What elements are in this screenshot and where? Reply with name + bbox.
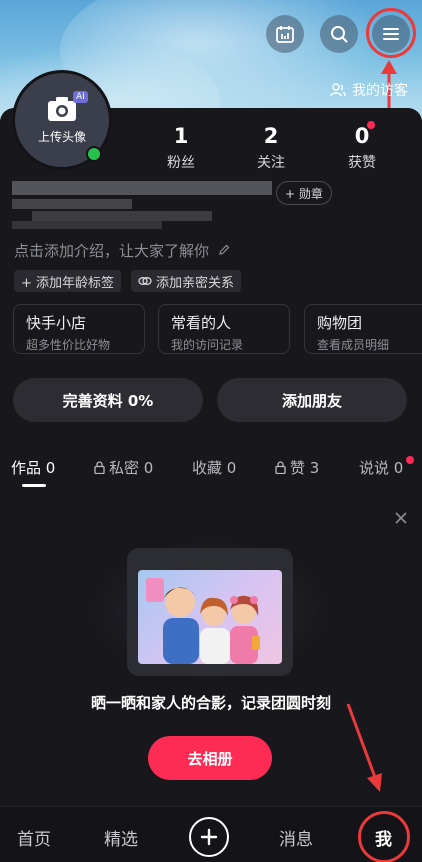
intro-placeholder[interactable]: 点击添加介绍，让大家了解你	[14, 240, 230, 261]
stat-following[interactable]: 2 关注	[241, 124, 301, 172]
bottom-navigation: 首页 精选 消息 我	[0, 806, 422, 862]
card-subtitle: 我的访问记录	[171, 338, 244, 352]
nav-messages[interactable]: 消息	[279, 825, 313, 850]
link-icon	[138, 277, 152, 285]
nav-home[interactable]: 首页	[17, 825, 51, 850]
card-subtitle: 超多性价比好物	[26, 338, 111, 352]
add-relationship-tag[interactable]: 添加亲密关系	[131, 270, 242, 292]
tab-label: 说说 0	[359, 459, 404, 477]
plus-icon	[200, 828, 218, 846]
calendar-icon	[276, 26, 294, 43]
online-status-dot	[86, 146, 102, 162]
search-icon	[331, 26, 348, 43]
nav-featured[interactable]: 精选	[104, 825, 138, 850]
tab-label: 收藏 0	[192, 459, 237, 477]
card-title: 购物团	[317, 314, 363, 332]
card-frequent-people[interactable]: 常看的人 我的访问记录	[158, 304, 290, 354]
complete-profile-label: 完善资料 0%	[62, 391, 154, 410]
stat-value: 0	[354, 124, 370, 148]
card-shopping-group[interactable]: 购物团 查看成员明细	[304, 304, 422, 354]
visitors-link[interactable]: 我的访客	[330, 80, 408, 100]
go-to-album-button[interactable]: 去相册	[148, 736, 272, 780]
card-subtitle: 查看成员明细	[317, 338, 390, 352]
me-highlight-ring	[358, 811, 410, 862]
complete-profile-button[interactable]: 完善资料 0%	[13, 378, 203, 422]
tab-label: 赞 3	[290, 459, 320, 477]
card-kuaishou-store[interactable]: 快手小店 超多性价比好物	[13, 304, 145, 354]
stat-label: 粉丝	[167, 155, 195, 171]
search-button[interactable]	[320, 15, 358, 53]
tab-likes[interactable]: 赞 3	[275, 457, 319, 478]
arrow-down-annotation	[346, 703, 382, 792]
photo-frame	[127, 548, 293, 676]
album-button-label: 去相册	[187, 749, 233, 768]
age-tag-label: + 添加年龄标签	[21, 275, 115, 291]
notification-dot	[367, 121, 375, 129]
tab-label: 私密 0	[109, 459, 154, 477]
tab-private[interactable]: 私密 0	[94, 457, 153, 478]
avatar-upload-label: 上传头像	[37, 129, 86, 144]
menu-highlight-ring	[366, 8, 416, 58]
lock-icon	[94, 461, 105, 474]
add-medal-button[interactable]: + 勋章	[276, 181, 332, 205]
card-title: 快手小店	[26, 314, 87, 332]
users-icon	[330, 83, 346, 97]
card-title: 常看的人	[171, 314, 232, 332]
visitors-label: 我的访客	[352, 83, 408, 99]
relationship-tag-label: 添加亲密关系	[156, 275, 235, 291]
tab-posts[interactable]: 说说 0	[359, 457, 403, 478]
tab-works[interactable]: 作品 0	[11, 457, 55, 478]
blurred-username	[12, 175, 272, 233]
tab-label: 作品 0	[11, 459, 56, 477]
tab-active-indicator	[22, 484, 46, 487]
stat-likes[interactable]: 0 获赞	[332, 124, 392, 172]
add-age-tag[interactable]: + 添加年龄标签	[14, 270, 122, 292]
intro-text: 点击添加介绍，让大家了解你	[14, 242, 210, 260]
add-friends-label: 添加朋友	[281, 391, 342, 410]
lock-icon	[275, 461, 286, 474]
family-photo-illustration	[138, 570, 282, 664]
stat-value: 2	[263, 124, 279, 148]
ai-badge: AI	[73, 91, 88, 103]
medal-label: + 勋章	[285, 186, 323, 201]
add-friends-button[interactable]: 添加朋友	[217, 378, 407, 422]
stat-label: 获赞	[348, 155, 376, 171]
family-illustration	[146, 578, 260, 664]
tab-favorites[interactable]: 收藏 0	[192, 457, 236, 478]
calendar-button[interactable]	[266, 15, 304, 53]
edit-icon	[219, 244, 230, 255]
stat-value: 1	[173, 124, 189, 148]
close-icon[interactable]	[393, 510, 409, 526]
notification-dot	[406, 456, 414, 464]
stat-label: 关注	[257, 155, 285, 171]
stat-followers[interactable]: 1 粉丝	[151, 124, 211, 172]
create-button[interactable]	[189, 817, 229, 857]
